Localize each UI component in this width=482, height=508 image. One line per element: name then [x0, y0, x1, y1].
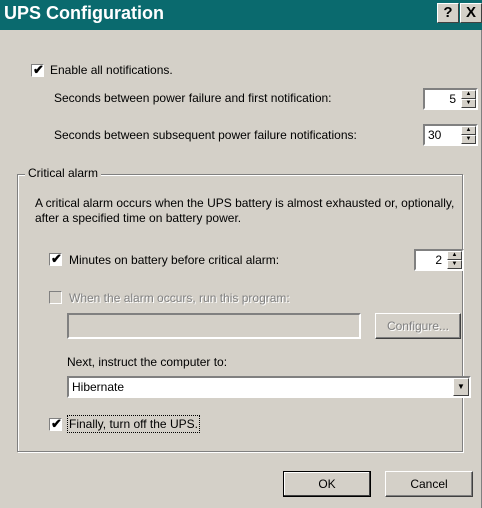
arrow-up-icon[interactable]: ▲ [447, 251, 462, 260]
subsequent-notification-spinner[interactable]: 30 ▲ ▼ [423, 124, 478, 146]
subsequent-notification-value[interactable]: 30 [428, 128, 441, 142]
check-icon: ✔ [51, 416, 62, 431]
title-bar[interactable]: UPS Configuration ? X [0, 0, 482, 30]
cancel-button[interactable]: Cancel [385, 471, 473, 497]
turn-off-ups-checkbox[interactable]: ✔ [49, 416, 62, 431]
enable-notifications-checkbox[interactable]: ✔ [31, 62, 44, 77]
minutes-on-battery-checkbox[interactable]: ✔ [49, 251, 62, 266]
arrow-up-icon[interactable]: ▲ [461, 126, 476, 135]
turn-off-ups-label[interactable]: Finally, turn off the UPS. [67, 415, 200, 433]
first-notification-label: Seconds between power failure and first … [54, 91, 332, 105]
enable-notifications-label[interactable]: Enable all notifications. [50, 63, 173, 77]
arrow-down-icon[interactable]: ▼ [447, 260, 462, 269]
first-notification-value[interactable]: 5 [449, 92, 456, 106]
arrow-down-icon[interactable]: ▼ [461, 99, 476, 108]
arrow-up-icon[interactable]: ▲ [461, 90, 476, 99]
minutes-on-battery-spinner[interactable]: 2 ▲ ▼ [414, 249, 464, 271]
program-path-input[interactable] [67, 313, 361, 339]
next-action-value: Hibernate [72, 380, 125, 394]
arrow-down-icon[interactable]: ▼ [461, 135, 476, 144]
minutes-on-battery-value[interactable]: 2 [435, 253, 442, 267]
help-button[interactable]: ? [437, 3, 459, 23]
next-action-label: Next, instruct the computer to: [67, 355, 228, 369]
minutes-on-battery-label[interactable]: Minutes on battery before critical alarm… [69, 253, 279, 267]
run-program-label: When the alarm occurs, run this program: [69, 291, 290, 305]
chevron-down-icon[interactable]: ▼ [453, 378, 469, 396]
dialog-title: UPS Configuration [4, 3, 164, 23]
check-icon: ✔ [51, 251, 62, 266]
critical-alarm-description: A critical alarm occurs when the UPS bat… [35, 196, 455, 225]
subsequent-notification-label: Seconds between subsequent power failure… [54, 128, 357, 142]
check-icon: ✔ [33, 62, 44, 77]
run-program-checkbox[interactable] [49, 291, 62, 304]
next-action-select[interactable]: Hibernate ▼ [67, 376, 471, 398]
ok-button[interactable]: OK [283, 471, 371, 497]
ups-configuration-dialog: UPS Configuration ? X ✔ Enable all notif… [0, 0, 482, 508]
first-notification-spinner[interactable]: 5 ▲ ▼ [423, 88, 478, 110]
close-button[interactable]: X [460, 3, 482, 23]
configure-button[interactable]: Configure... [375, 313, 461, 339]
critical-alarm-group-title: Critical alarm [25, 166, 102, 180]
